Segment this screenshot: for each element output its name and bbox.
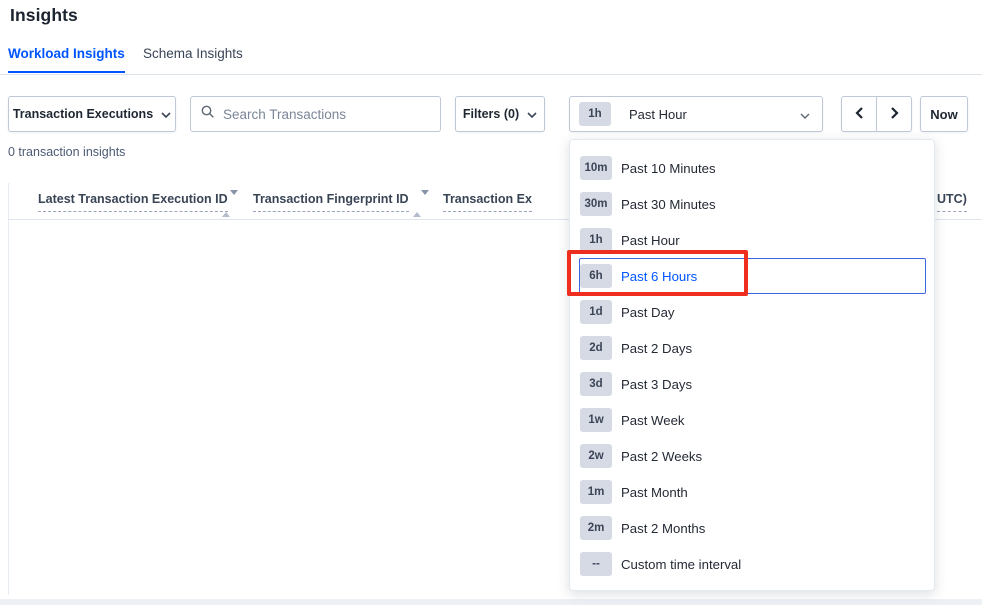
interval-badge: 1h bbox=[580, 228, 612, 252]
interval-label: Past Hour bbox=[621, 233, 680, 248]
previous-interval-button[interactable] bbox=[842, 97, 877, 131]
chevron-down-icon bbox=[800, 107, 810, 122]
interval-badge: 1w bbox=[580, 408, 612, 432]
now-button[interactable]: Now bbox=[920, 96, 968, 132]
interval-badge: 1m bbox=[580, 480, 612, 504]
interval-label: Past 2 Weeks bbox=[621, 449, 702, 464]
dropdown-item-past-6-hours[interactable]: 6h Past 6 Hours bbox=[579, 258, 926, 294]
dropdown-item-past-2-days[interactable]: 2d Past 2 Days bbox=[579, 330, 926, 366]
interval-badge: 2d bbox=[580, 336, 612, 360]
chevron-down-icon bbox=[161, 107, 171, 121]
page-title: Insights bbox=[10, 5, 78, 26]
interval-label: Past 30 Minutes bbox=[621, 197, 716, 212]
interval-label: Past 6 Hours bbox=[621, 269, 697, 284]
search-input[interactable] bbox=[223, 107, 430, 122]
dropdown-item-custom-time-interval[interactable]: -- Custom time interval bbox=[579, 546, 926, 582]
interval-badge: 2m bbox=[580, 516, 612, 540]
dropdown-item-past-2-months[interactable]: 2m Past 2 Months bbox=[579, 510, 926, 546]
interval-badge: 30m bbox=[580, 192, 612, 216]
interval-label: Past Month bbox=[621, 485, 688, 500]
interval-label: Past 2 Months bbox=[621, 521, 705, 536]
interval-badge: 3d bbox=[580, 372, 612, 396]
time-range-badge: 1h bbox=[579, 102, 611, 126]
time-pager bbox=[841, 96, 912, 132]
transaction-type-select[interactable]: Transaction Executions bbox=[8, 96, 176, 132]
page-bottom-strip bbox=[0, 599, 982, 605]
dropdown-item-past-10-minutes[interactable]: 10m Past 10 Minutes bbox=[579, 150, 926, 186]
dropdown-item-past-3-days[interactable]: 3d Past 3 Days bbox=[579, 366, 926, 402]
search-box bbox=[190, 96, 441, 132]
dropdown-item-past-2-weeks[interactable]: 2w Past 2 Weeks bbox=[579, 438, 926, 474]
column-header-latest-transaction-execution-id[interactable]: Latest Transaction Execution ID bbox=[38, 192, 228, 212]
time-range-select[interactable]: 1h Past Hour bbox=[569, 96, 823, 132]
sort-icon[interactable] bbox=[413, 195, 422, 213]
interval-badge: -- bbox=[580, 552, 612, 576]
insights-page: Insights Workload Insights Schema Insigh… bbox=[0, 0, 982, 605]
interval-label: Past Week bbox=[621, 413, 685, 428]
sort-icon[interactable] bbox=[222, 195, 231, 213]
interval-badge: 1d bbox=[580, 300, 612, 324]
dropdown-item-past-day[interactable]: 1d Past Day bbox=[579, 294, 926, 330]
tab-bar: Workload Insights Schema Insights bbox=[0, 42, 982, 75]
column-header-start-time-utc[interactable]: UTC) bbox=[937, 192, 967, 212]
interval-label: Past Day bbox=[621, 305, 675, 320]
time-range-label: Past Hour bbox=[629, 107, 792, 122]
interval-label: Custom time interval bbox=[621, 557, 741, 572]
dropdown-item-past-month[interactable]: 1m Past Month bbox=[579, 474, 926, 510]
tab-schema-insights[interactable]: Schema Insights bbox=[143, 46, 243, 71]
chevron-right-icon bbox=[890, 106, 899, 123]
column-header-transaction-execution[interactable]: Transaction Ex bbox=[443, 192, 532, 212]
dropdown-item-past-30-minutes[interactable]: 30m Past 30 Minutes bbox=[579, 186, 926, 222]
transaction-type-label: Transaction Executions bbox=[13, 107, 153, 121]
filters-button[interactable]: Filters (0) bbox=[455, 96, 545, 132]
search-icon bbox=[201, 105, 215, 124]
interval-label: Past 3 Days bbox=[621, 377, 692, 392]
time-interval-dropdown: 10m Past 10 Minutes 30m Past 30 Minutes 1h… bbox=[569, 139, 935, 591]
interval-badge: 10m bbox=[580, 156, 612, 180]
chevron-left-icon bbox=[855, 106, 864, 123]
interval-label: Past 2 Days bbox=[621, 341, 692, 356]
interval-label: Past 10 Minutes bbox=[621, 161, 716, 176]
filters-label: Filters (0) bbox=[463, 107, 519, 121]
chevron-down-icon bbox=[527, 107, 537, 121]
dropdown-item-past-hour[interactable]: 1h Past Hour bbox=[579, 222, 926, 258]
next-interval-button[interactable] bbox=[877, 97, 911, 131]
interval-badge: 6h bbox=[580, 264, 612, 288]
insights-count: 0 transaction insights bbox=[8, 145, 125, 159]
tab-workload-insights[interactable]: Workload Insights bbox=[8, 46, 125, 73]
column-header-transaction-fingerprint-id[interactable]: Transaction Fingerprint ID bbox=[253, 192, 409, 212]
dropdown-item-past-week[interactable]: 1w Past Week bbox=[579, 402, 926, 438]
interval-badge: 2w bbox=[580, 444, 612, 468]
